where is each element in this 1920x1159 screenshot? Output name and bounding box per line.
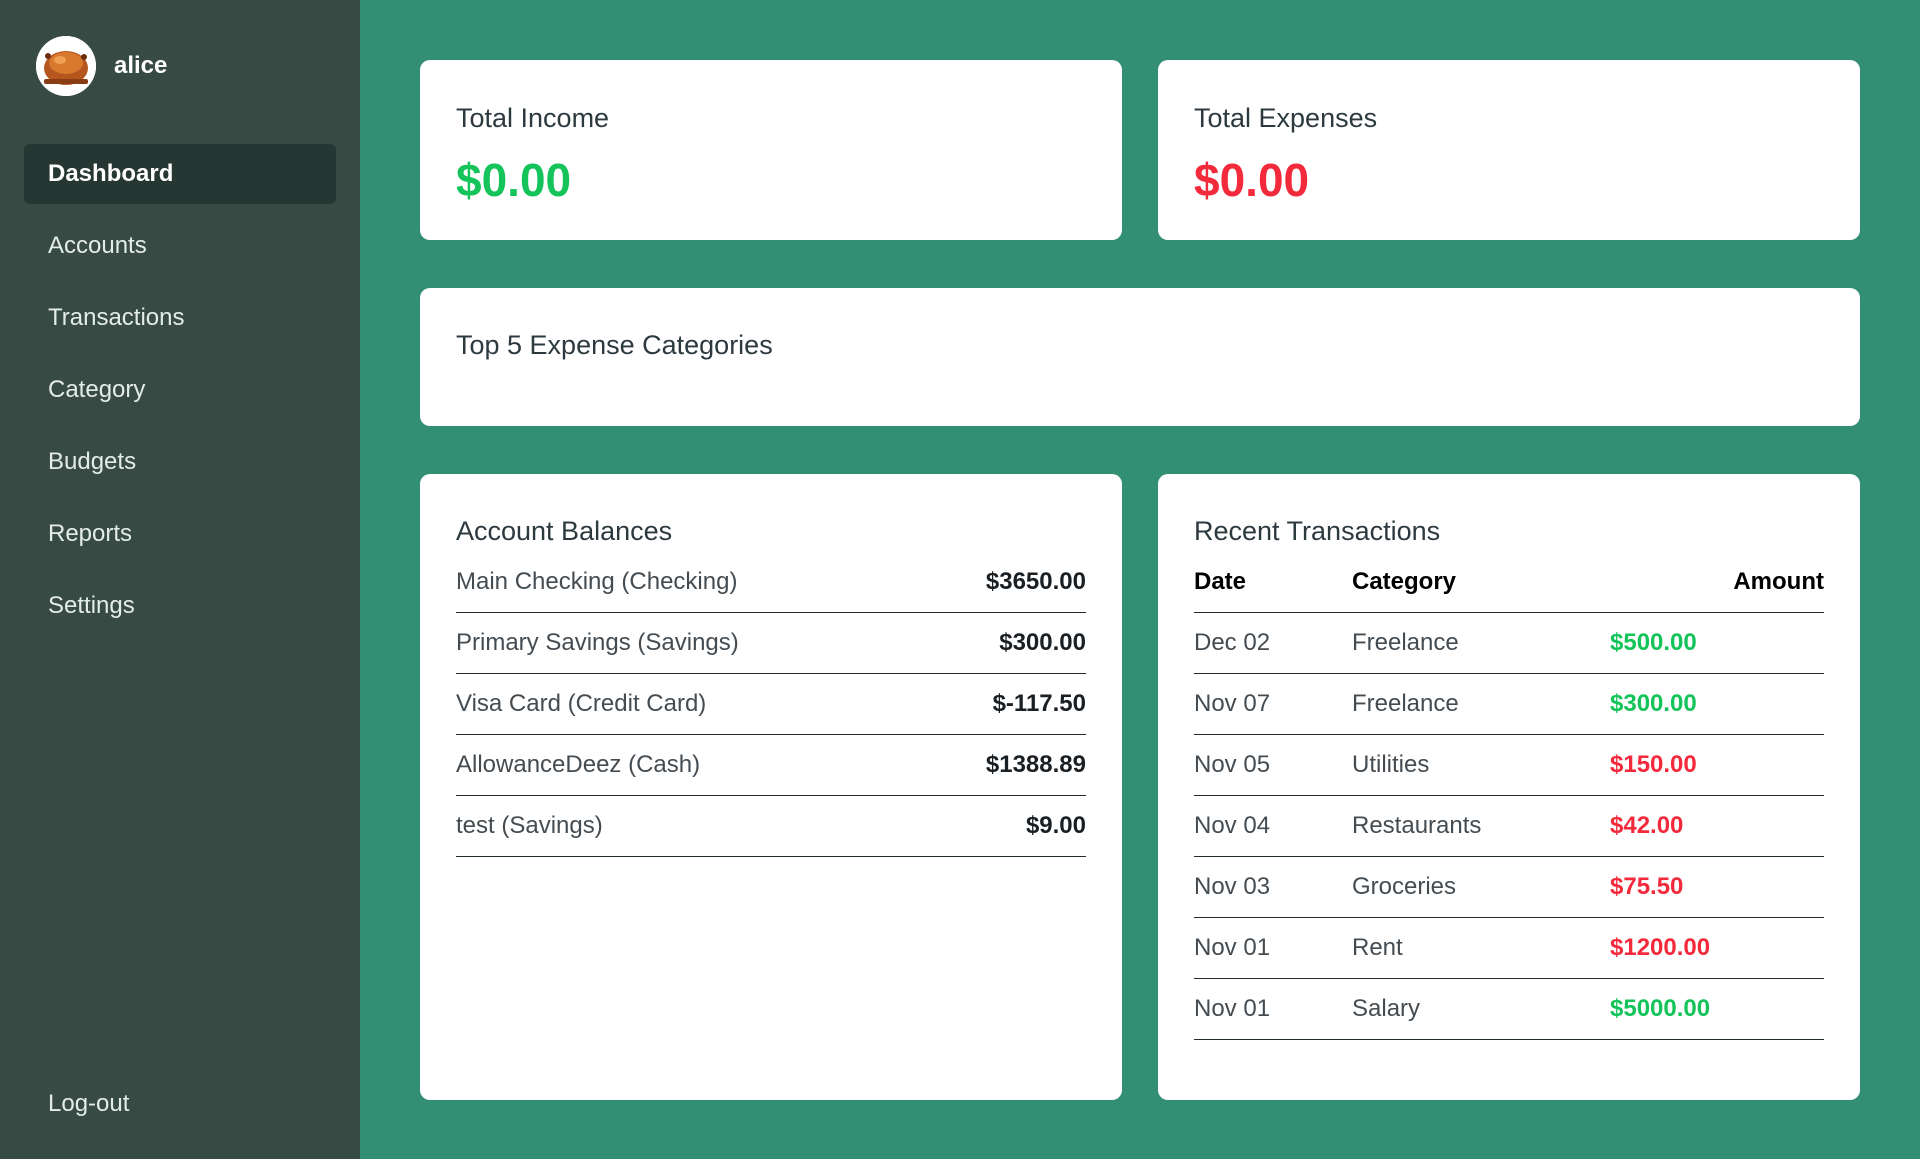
- account-balance: $3650.00: [985, 568, 1086, 595]
- top-expense-categories-title: Top 5 Expense Categories: [456, 330, 773, 360]
- transaction-date: Nov 04: [1194, 812, 1271, 839]
- column-header-amount[interactable]: Amount: [1610, 568, 1824, 596]
- transaction-date: Nov 07: [1194, 690, 1271, 717]
- account-balance: $9.00: [1025, 812, 1086, 839]
- column-header-date[interactable]: Date: [1194, 568, 1352, 596]
- logout-link[interactable]: Log-out: [48, 1090, 129, 1118]
- account-name: Main Checking (Checking): [456, 568, 738, 595]
- total-expenses-value: $0.00: [1194, 154, 1310, 206]
- account-name: AllowanceDeez (Cash): [456, 751, 701, 778]
- table-row[interactable]: Nov 05 Utilities $150.00: [1194, 735, 1824, 796]
- transaction-date: Nov 03: [1194, 873, 1271, 900]
- account-name: test (Savings): [456, 812, 603, 839]
- transaction-category: Restaurants: [1352, 812, 1482, 839]
- nav-item-settings[interactable]: Settings: [24, 576, 336, 636]
- account-row[interactable]: AllowanceDeez (Cash) $1388.89: [456, 735, 1086, 796]
- nav-item-dashboard[interactable]: Dashboard: [24, 144, 336, 204]
- avatar-image: [36, 36, 96, 96]
- transaction-category: Freelance: [1352, 690, 1459, 717]
- total-expenses-card: Total Expenses $0.00: [1158, 60, 1860, 240]
- nav-item-category[interactable]: Category: [24, 360, 336, 420]
- account-balance: $300.00: [999, 629, 1086, 656]
- transaction-category: Utilities: [1352, 751, 1430, 778]
- transaction-date: Nov 01: [1194, 934, 1271, 961]
- account-name: Visa Card (Credit Card): [456, 690, 707, 717]
- sidebar-nav: Dashboard Accounts Transactions Category…: [24, 144, 336, 648]
- total-income-label: Total Income: [456, 103, 610, 133]
- recent-transactions-card: Recent Transactions Date Category Amount…: [1158, 474, 1860, 1100]
- nav-item-accounts[interactable]: Accounts: [24, 216, 336, 276]
- sidebar: alice Dashboard Accounts Transactions Ca…: [0, 0, 360, 1159]
- total-income-card: Total Income $0.00: [420, 60, 1122, 240]
- transaction-category: Groceries: [1352, 873, 1457, 900]
- table-row[interactable]: Dec 02 Freelance $500.00: [1194, 613, 1824, 674]
- username: alice: [114, 52, 168, 79]
- transaction-amount: $500.00: [1610, 629, 1697, 656]
- transaction-date: Nov 01: [1194, 995, 1271, 1022]
- user-profile[interactable]: alice: [36, 36, 167, 96]
- recent-transactions-title: Recent Transactions: [1194, 516, 1441, 546]
- transaction-amount: $42.00: [1610, 812, 1684, 839]
- table-row[interactable]: Nov 03 Groceries $75.50: [1194, 857, 1824, 918]
- account-balance: $1388.89: [985, 751, 1086, 778]
- transaction-amount: $1200.00: [1610, 934, 1711, 961]
- total-income-value: $0.00: [456, 154, 572, 206]
- account-row[interactable]: test (Savings) $9.00: [456, 796, 1086, 857]
- transaction-category: Salary: [1352, 995, 1421, 1022]
- table-header-row: Date Category Amount: [1194, 552, 1824, 613]
- transaction-category: Freelance: [1352, 629, 1459, 656]
- top-expense-categories-card: Top 5 Expense Categories: [420, 288, 1860, 426]
- account-row[interactable]: Main Checking (Checking) $3650.00: [456, 552, 1086, 613]
- account-name: Primary Savings (Savings): [456, 629, 739, 656]
- table-row[interactable]: Nov 04 Restaurants $42.00: [1194, 796, 1824, 857]
- account-balances-list: Main Checking (Checking) $3650.00 Primar…: [456, 552, 1086, 857]
- account-balances-card: Account Balances Main Checking (Checking…: [420, 474, 1122, 1100]
- nav-item-reports[interactable]: Reports: [24, 504, 336, 564]
- account-row[interactable]: Visa Card (Credit Card) $-117.50: [456, 674, 1086, 735]
- transaction-amount: $75.50: [1610, 873, 1684, 900]
- account-balance: $-117.50: [992, 690, 1086, 717]
- nav-item-budgets[interactable]: Budgets: [24, 432, 336, 492]
- nav-item-transactions[interactable]: Transactions: [24, 288, 336, 348]
- table-row[interactable]: Nov 01 Rent $1200.00: [1194, 918, 1824, 979]
- transaction-amount: $150.00: [1610, 751, 1697, 778]
- recent-transactions-table: Date Category Amount Dec 02 Freelance $5…: [1194, 552, 1824, 1040]
- account-row[interactable]: Primary Savings (Savings) $300.00: [456, 613, 1086, 674]
- total-expenses-label: Total Expenses: [1194, 103, 1378, 133]
- transaction-amount: $5000.00: [1610, 995, 1711, 1022]
- transaction-date: Nov 05: [1194, 751, 1271, 778]
- transaction-category: Rent: [1352, 934, 1403, 961]
- transaction-amount: $300.00: [1610, 690, 1697, 717]
- column-header-category[interactable]: Category: [1352, 568, 1610, 596]
- avatar: [36, 36, 96, 96]
- account-balances-title: Account Balances: [456, 516, 673, 546]
- table-row[interactable]: Nov 07 Freelance $300.00: [1194, 674, 1824, 735]
- transaction-date: Dec 02: [1194, 629, 1271, 656]
- table-row[interactable]: Nov 01 Salary $5000.00: [1194, 979, 1824, 1040]
